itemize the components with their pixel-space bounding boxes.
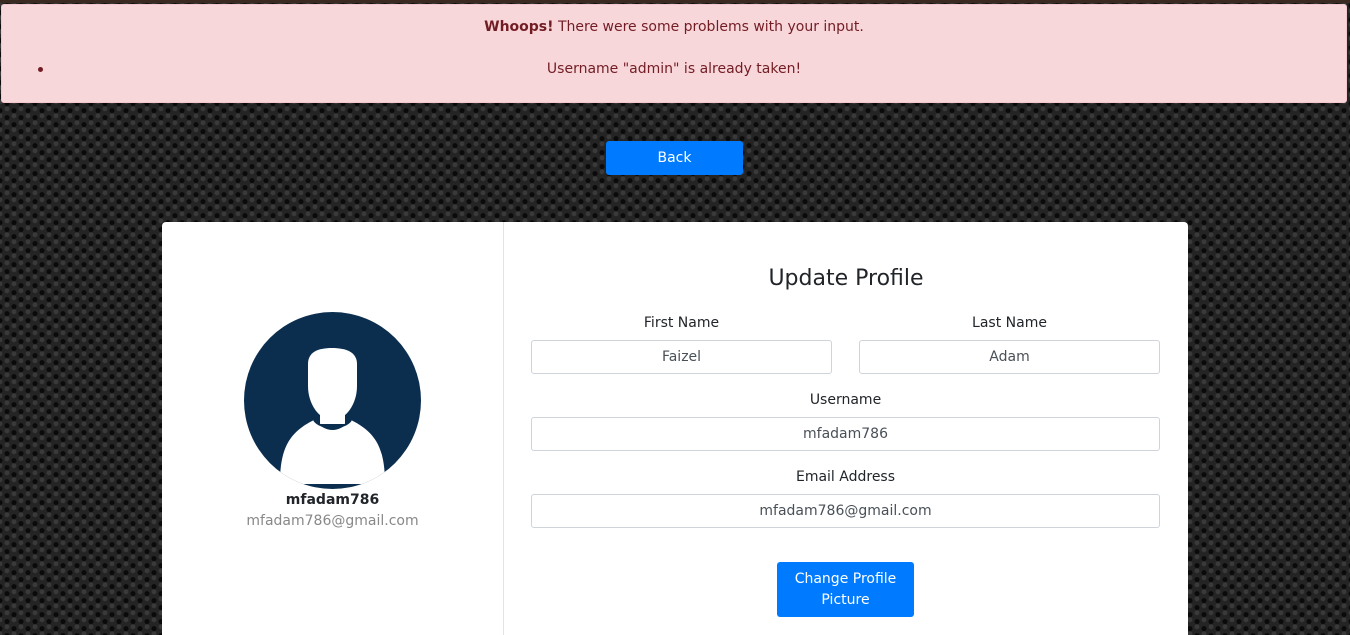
alert-error-item: Username "admin" is already taken! — [2, 61, 1346, 77]
back-button[interactable]: Back — [606, 141, 743, 175]
last-name-input[interactable] — [859, 340, 1160, 374]
alert-title-strong: Whoops! — [484, 19, 554, 35]
user-avatar-icon — [244, 312, 421, 489]
form-title: Update Profile — [768, 266, 924, 291]
alert-title: Whoops! There were some problems with yo… — [2, 19, 1346, 35]
error-alert: Whoops! There were some problems with yo… — [1, 4, 1347, 103]
last-name-label: Last Name — [972, 315, 1047, 331]
bullet-icon — [38, 67, 43, 72]
change-profile-picture-button[interactable]: Change Profile Picture — [777, 562, 914, 617]
first-name-input[interactable] — [531, 340, 832, 374]
alert-title-text: There were some problems with your input… — [553, 19, 864, 35]
top-border — [0, 0, 1350, 3]
alert-error-list: Username "admin" is already taken! — [2, 61, 1346, 77]
alert-error-text: Username "admin" is already taken! — [546, 61, 802, 77]
username-label: Username — [809, 392, 882, 408]
email-label: Email Address — [795, 469, 896, 485]
email-input[interactable] — [531, 494, 1160, 528]
username-input[interactable] — [531, 417, 1160, 451]
first-name-label: First Name — [643, 315, 720, 331]
profile-card: mfadam786 mfadam786@gmail.com Update Pro… — [162, 222, 1188, 635]
profile-username: mfadam786 — [285, 492, 380, 508]
profile-email: mfadam786@gmail.com — [246, 513, 419, 529]
